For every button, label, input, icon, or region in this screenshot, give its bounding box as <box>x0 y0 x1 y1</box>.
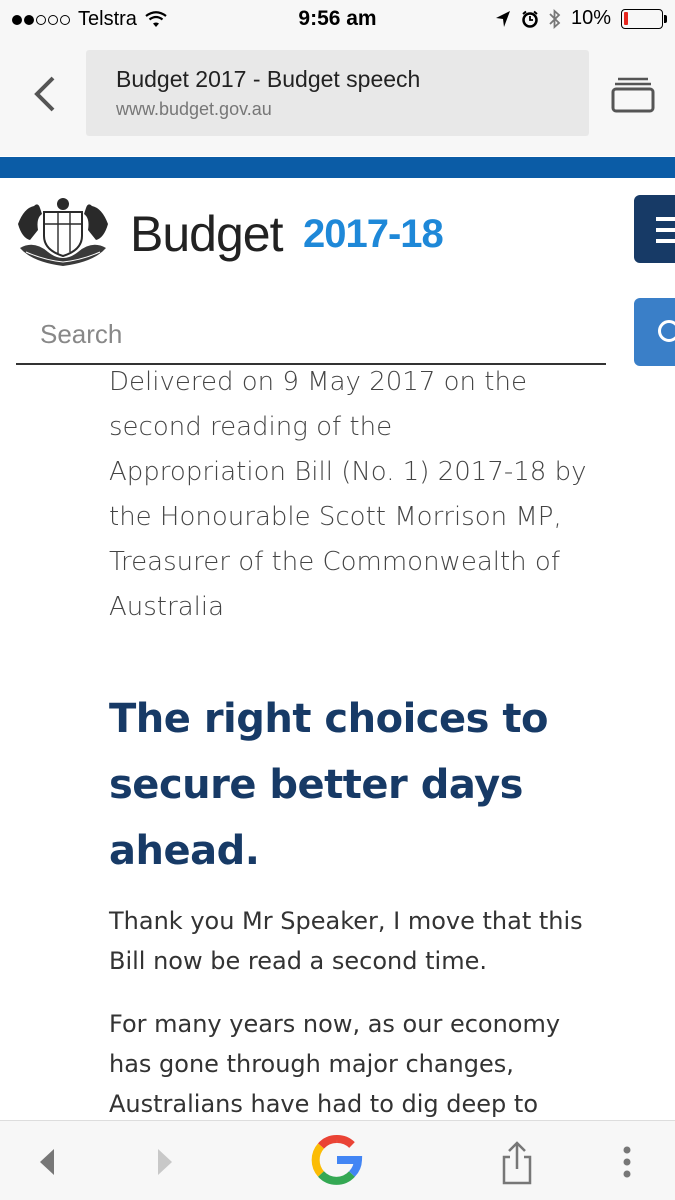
browser-back-button[interactable] <box>22 72 66 116</box>
intro-line: Treasurer of the Commonwealth of <box>109 547 560 577</box>
search-icon <box>658 320 675 342</box>
battery-icon <box>621 8 667 29</box>
intro-line: second reading of the <box>109 412 393 442</box>
intro-line: Appropriation Bill (No. 1) 2017-18 by <box>109 457 587 487</box>
article-content: Delivered on 9 May 2017 on the second re… <box>0 368 675 1120</box>
intro-line: the Honourable Scott Morrison MP, <box>109 502 562 532</box>
paragraph-line: Bill now be read a second time. <box>109 947 487 975</box>
coat-of-arms-logo <box>18 198 108 266</box>
headline-line: The right choices to <box>109 696 548 742</box>
paragraph-line: has gone through major changes, <box>109 1050 514 1078</box>
brand-word: Budget <box>130 206 283 262</box>
headline-line: secure better days <box>109 762 523 808</box>
paragraph-line: For many years now, as our economy <box>109 1010 561 1038</box>
google-logo-icon[interactable] <box>310 1133 364 1187</box>
location-arrow-icon <box>495 10 510 27</box>
bottom-toolbar <box>0 1120 675 1200</box>
more-options-icon[interactable] <box>612 1141 642 1185</box>
alarm-icon <box>522 10 538 28</box>
tabs-button[interactable] <box>608 72 656 116</box>
share-icon[interactable] <box>498 1141 536 1185</box>
site-header-bar <box>0 157 675 178</box>
speech-intro: Delivered on 9 May 2017 on the second re… <box>109 368 649 630</box>
chevron-left-icon <box>34 76 55 112</box>
intro-line: Australia <box>109 592 225 622</box>
menu-button[interactable] <box>634 195 675 263</box>
address-bar[interactable]: Budget 2017 - Budget speech www.budget.g… <box>86 50 589 136</box>
battery-level <box>624 11 628 25</box>
browser-toolbar: Budget 2017 - Budget speech www.budget.g… <box>0 38 675 156</box>
intro-line: Delivered on 9 May 2017 on the <box>109 368 527 397</box>
paragraph-line: Australians have had to dig deep to <box>109 1090 539 1118</box>
page-url: www.budget.gov.au <box>116 99 272 119</box>
headline-line: ahead. <box>109 828 260 874</box>
battery-percent: 10% <box>570 7 611 29</box>
search-input[interactable] <box>16 305 606 365</box>
page-tab-title: Budget 2017 - Budget speech <box>116 66 421 92</box>
tabs-icon <box>611 77 655 113</box>
brand-year: 2017-18 <box>303 212 444 256</box>
speech-paragraph: Thank you Mr Speaker, I move that this B… <box>109 901 649 981</box>
paragraph-line: Thank you Mr Speaker, I move that this <box>109 907 583 935</box>
speech-headline: The right choices to secure better days … <box>109 686 649 884</box>
status-bar: Telstra 9:56 am 10% <box>0 0 675 38</box>
forward-triangle-icon[interactable] <box>150 1141 178 1185</box>
speech-paragraph: For many years now, as our economy has g… <box>109 1004 649 1120</box>
back-triangle-icon[interactable] <box>34 1141 62 1185</box>
search-button[interactable] <box>634 298 675 366</box>
bluetooth-icon <box>549 8 561 29</box>
status-right: 10% <box>495 7 667 30</box>
